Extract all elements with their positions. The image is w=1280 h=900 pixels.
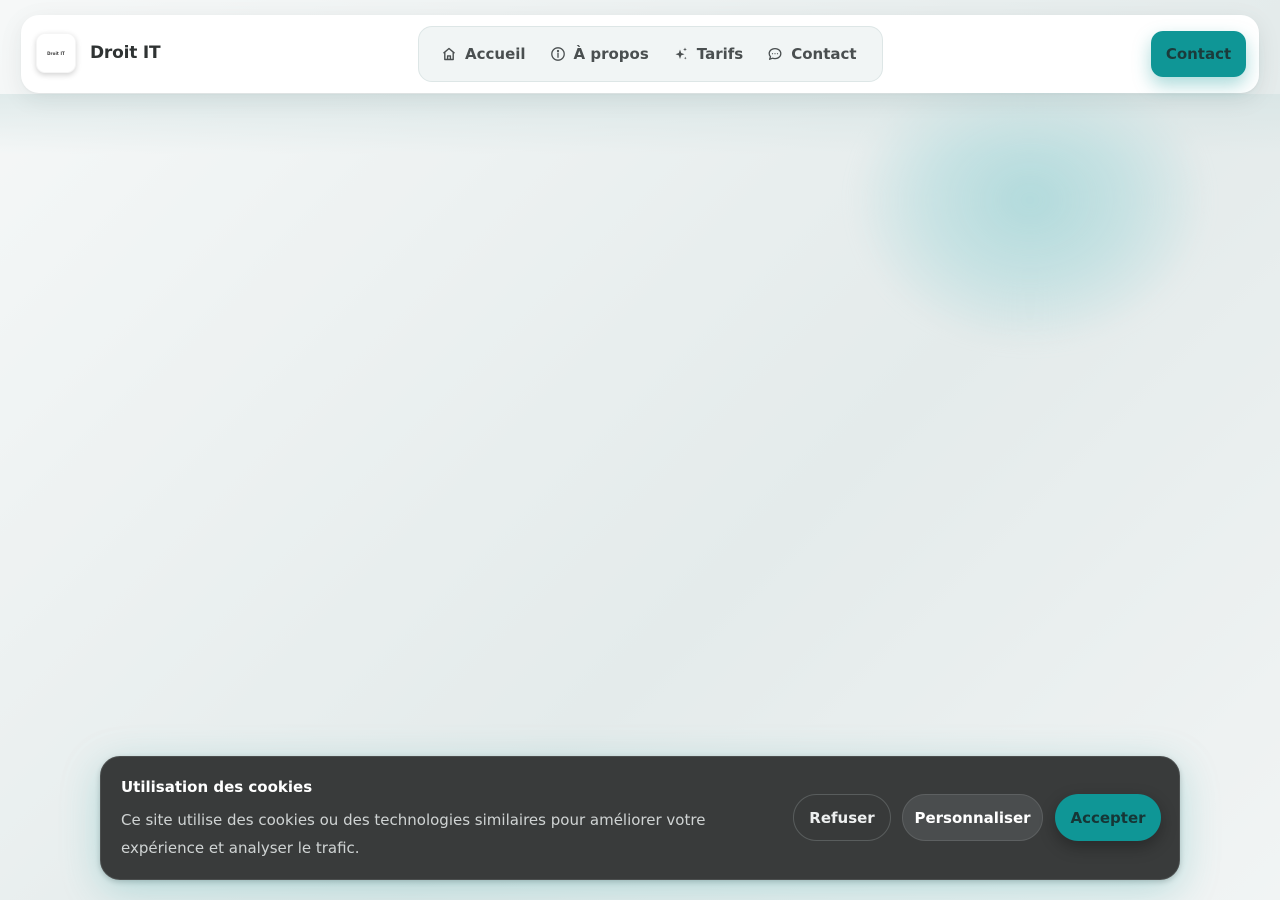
brand-name[interactable]: Droit IT — [90, 43, 161, 63]
cookie-banner: Utilisation des cookies Ce site utilise … — [100, 756, 1180, 880]
home-icon — [443, 47, 455, 61]
info-icon — [550, 47, 565, 61]
nav-label: Contact — [791, 45, 857, 63]
nav-item-accueil[interactable]: Accueil — [435, 34, 544, 74]
customize-button[interactable]: Personnaliser — [902, 794, 1043, 841]
sparkles-icon — [675, 47, 687, 60]
nav-label: Accueil — [465, 45, 526, 63]
cookie-title: Utilisation des cookies — [121, 778, 313, 796]
logo[interactable]: Droit IT — [36, 33, 76, 73]
nav-label: À propos — [573, 45, 649, 63]
nav-label: Tarifs — [696, 45, 744, 63]
contact-cta-button[interactable]: Contact — [1151, 31, 1246, 77]
accept-button[interactable]: Accepter — [1055, 794, 1161, 841]
logo-text: Droit IT — [47, 50, 65, 56]
header-shadow-band — [0, 94, 1280, 154]
nav-item-contact[interactable]: Contact — [761, 34, 874, 74]
refuse-button[interactable]: Refuser — [793, 794, 891, 841]
nav-item-a-propos[interactable]: À propos — [544, 34, 667, 74]
chat-bubble-icon — [768, 47, 782, 60]
nav-item-tarifs[interactable]: Tarifs — [667, 34, 761, 74]
site-header: Droit IT Droit IT Accueil À propos Tarif… — [21, 15, 1259, 93]
main-nav: Accueil À propos Tarifs Contact — [418, 26, 883, 82]
cookie-description: Ce site utilise des cookies ou des techn… — [121, 811, 706, 857]
